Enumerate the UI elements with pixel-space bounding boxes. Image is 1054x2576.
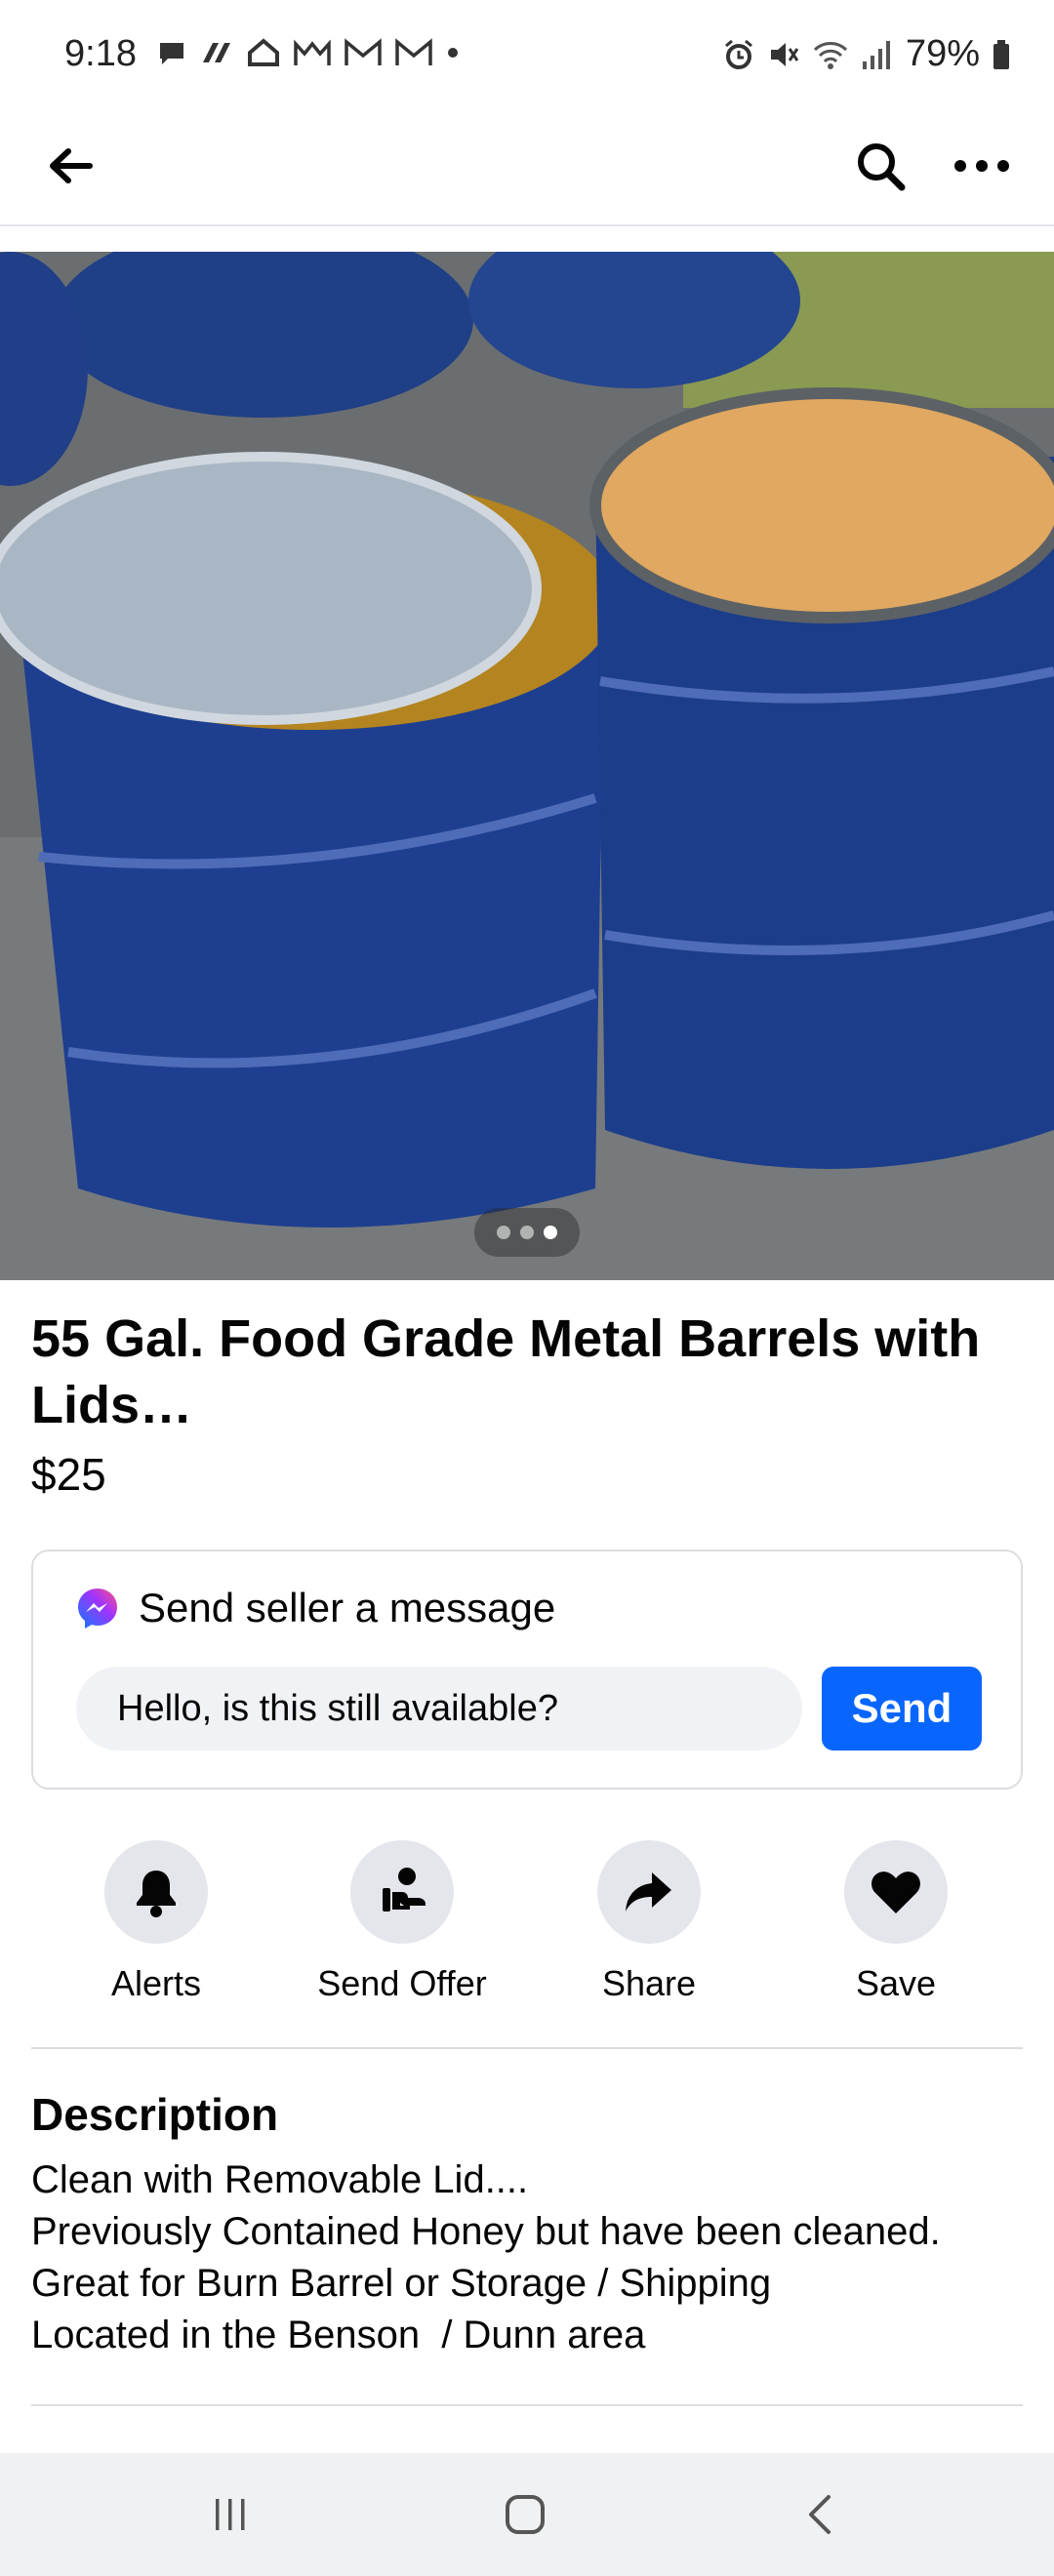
alerts-label: Alerts [110, 1963, 202, 2003]
send-offer-circle[interactable] [350, 1840, 454, 1944]
send-offer-button[interactable]: Send Offer [295, 1840, 509, 2004]
heart-icon [872, 1872, 920, 1913]
listing-photo[interactable] [0, 252, 1054, 1280]
chat-bubble-icon [160, 43, 183, 64]
bell-icon [137, 1871, 176, 1917]
messenger-icon [78, 1589, 117, 1629]
gmail-icon [294, 39, 331, 65]
system-navigation-bar [0, 2453, 1054, 2576]
description-line: Great for Burn Barrel or Storage / Shipp… [31, 2262, 772, 2305]
alerts-circle[interactable] [104, 1840, 208, 1944]
chevron-left-icon [809, 2495, 831, 2534]
listing-price: $25 [31, 1449, 106, 1500]
save-label: Save [855, 1963, 937, 2003]
description-line: Previously Contained Honey but have been… [31, 2210, 941, 2253]
back-arrow-icon [50, 148, 93, 183]
home-button[interactable] [486, 2482, 564, 2547]
more-options-button[interactable] [943, 127, 1021, 205]
gmail-icon [395, 38, 432, 65]
divider [31, 2404, 1023, 2406]
save-button[interactable]: Save [789, 1840, 1003, 2004]
search-icon [858, 143, 906, 191]
back-button[interactable] [31, 127, 109, 205]
pagination-dot[interactable] [520, 1226, 534, 1239]
description-heading: Description [31, 2089, 279, 2140]
listing-title: 55 Gal. Food Grade Metal Barrels with Li… [31, 1309, 981, 1434]
status-bar: 9:18 79% [0, 0, 1054, 107]
alarm-icon [724, 39, 752, 69]
home-square-icon [506, 2495, 545, 2534]
battery-icon [993, 39, 1009, 69]
home-icon [248, 38, 279, 66]
status-right: 79% [722, 33, 1011, 75]
barrels-photo-illustration [0, 252, 1054, 1280]
notification-icons [156, 37, 461, 68]
send-button[interactable]: Send [822, 1667, 982, 1751]
save-circle[interactable] [844, 1840, 948, 1944]
description-line: Clean with Removable Lid.... [31, 2158, 529, 2201]
recent-apps-icon [216, 2499, 245, 2530]
description-line: Located in the Benson / Dunn area [31, 2314, 646, 2356]
photo-pagination[interactable] [474, 1208, 580, 1257]
more-dots-icon [954, 160, 1009, 172]
more-notifications-dot-icon [448, 48, 458, 58]
message-card-header: Send seller a message [76, 1585, 555, 1631]
search-button[interactable] [841, 127, 919, 205]
gmail-icon [345, 38, 382, 65]
wifi-icon [813, 41, 847, 69]
pagination-dot[interactable] [497, 1226, 510, 1239]
app-notification-icon [203, 43, 230, 62]
share-label: Share [601, 1963, 697, 2003]
message-input[interactable] [76, 1667, 802, 1751]
message-seller-card: Send seller a message Send [31, 1550, 1023, 1790]
battery-percent: 79% [905, 33, 980, 74]
share-arrow-icon [626, 1872, 671, 1912]
send-offer-label: Send Offer [317, 1963, 487, 2003]
system-back-button[interactable] [781, 2482, 859, 2547]
recent-apps-button[interactable] [191, 2482, 269, 2547]
status-time: 9:18 [64, 33, 137, 74]
share-button[interactable]: Share [542, 1840, 756, 2004]
mute-icon [770, 42, 799, 66]
description-text: Clean with Removable Lid.... Previously … [31, 2154, 1027, 2361]
divider [31, 2047, 1023, 2049]
alerts-button[interactable]: Alerts [49, 1840, 264, 2004]
send-offer-icon [383, 1868, 426, 1912]
signal-icon [862, 40, 890, 69]
listing-actions: Alerts Send Offer Share Save [31, 1840, 1023, 2008]
share-circle[interactable] [597, 1840, 701, 1944]
message-card-title: Send seller a message [139, 1585, 556, 1630]
pagination-dot-active[interactable] [544, 1226, 557, 1239]
top-navigation [0, 107, 1054, 226]
